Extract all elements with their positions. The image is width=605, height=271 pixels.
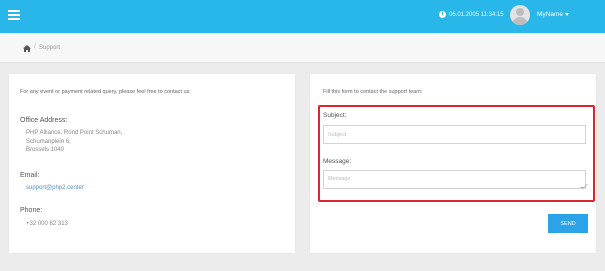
avatar[interactable] [510, 5, 530, 25]
user-name[interactable]: MyName [537, 11, 563, 18]
phone-label: Phone: [20, 207, 43, 214]
hamburger-icon[interactable] [8, 10, 20, 20]
contact-info-card: For any event or payment related query, … [9, 74, 295, 253]
contact-form-card: Fill this form to contact the support te… [310, 74, 596, 253]
office-address-line: Schumanplein 6, [26, 138, 71, 145]
office-address: PHP Alliance, Rond Point Schuman, Schuma… [26, 129, 122, 155]
message-textarea[interactable] [323, 170, 586, 189]
send-button[interactable]: SEND [548, 214, 588, 233]
breadcrumb-current: Support [39, 45, 61, 51]
top-navbar: 06.01.2005 11:34:15 MyName [0, 0, 605, 33]
form-intro: Fill this form to contact the support te… [323, 89, 423, 95]
user-menu[interactable]: MyName [537, 11, 570, 18]
chevron-down-icon[interactable] [565, 13, 570, 16]
office-address-line: Brussels 1040 [26, 147, 65, 153]
subject-input[interactable] [323, 125, 586, 144]
datetime-display: 06.01.2005 11:34:15 [439, 11, 504, 18]
breadcrumb: / Support [0, 33, 605, 63]
email-label: Email: [20, 172, 40, 179]
office-address-line: PHP Alliance, Rond Point Schuman, [26, 130, 123, 136]
message-label: Message: [323, 158, 352, 165]
phone-value: +32 000 82 313 [26, 221, 68, 227]
office-address-label: Office Address: [20, 117, 68, 124]
subject-label: Subject: [323, 112, 347, 119]
home-icon[interactable] [23, 45, 31, 52]
contact-intro: For any event or payment related query, … [20, 89, 191, 95]
email-link[interactable]: support@php2.center [26, 185, 84, 191]
clock-icon [439, 11, 446, 18]
datetime-text: 06.01.2005 11:34:15 [449, 11, 504, 18]
breadcrumb-separator: / [34, 44, 36, 50]
email-value: support@php2.center [26, 184, 84, 193]
